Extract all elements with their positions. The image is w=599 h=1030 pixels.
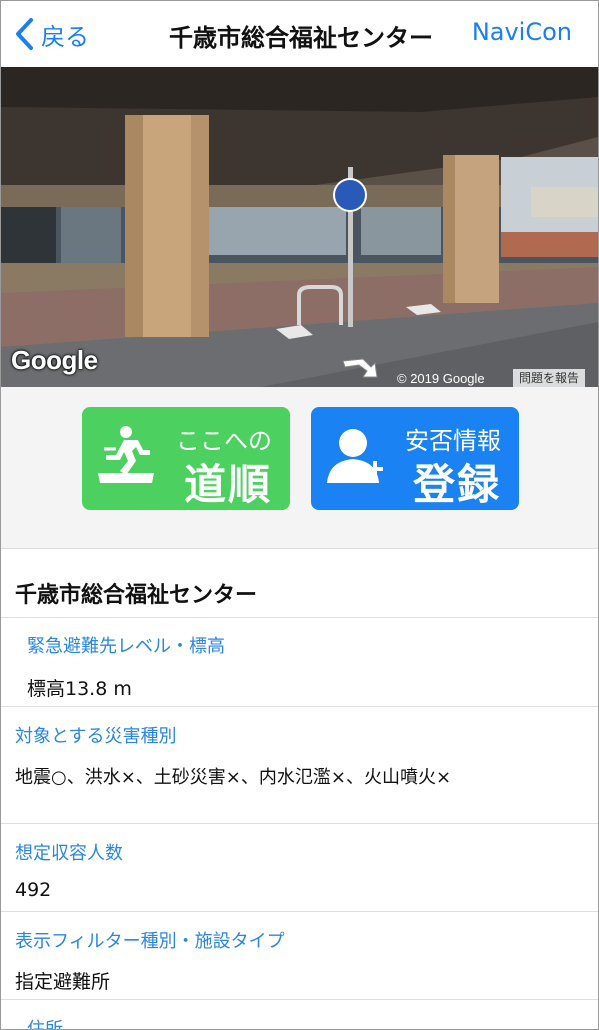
google-logo: Google: [11, 345, 98, 375]
directions-button[interactable]: ここへの 道順: [82, 407, 290, 510]
facility-name: 千歳市総合福祉センター: [1, 549, 598, 618]
detail-row-elevation: 緊急避難先レベル・標高 標高13.8 m: [1, 618, 598, 707]
detail-label: 住所: [27, 1019, 63, 1030]
detail-value: 標高13.8 m: [27, 678, 132, 700]
safety-registration-button[interactable]: 安否情報 登録: [311, 407, 519, 510]
action-button-area: ここへの 道順 安否情報 登録: [1, 387, 598, 549]
app-screen: 戻る 千歳市総合福祉センター NaviCon Google © 2019 Goo…: [0, 0, 599, 1030]
report-problem-link[interactable]: 問題を報告: [513, 369, 586, 387]
detail-value: 地震○、洪水×、土砂災害×、内水氾濫×、火山噴火×: [15, 767, 452, 788]
detail-row-disaster-types: 対象とする災害種別 地震○、洪水×、土砂災害×、内水氾濫×、火山噴火×: [1, 707, 598, 824]
detail-row-address: 住所: [1, 1000, 598, 1030]
street-view-arrow-icon[interactable]: [341, 355, 381, 381]
directions-button-label: 道順: [183, 460, 272, 509]
navicon-button[interactable]: NaviCon: [472, 18, 572, 46]
add-person-icon: [327, 429, 383, 483]
detail-row-facility-type: 表示フィルター種別・施設タイプ 指定避難所: [1, 912, 598, 1000]
detail-value: 指定避難所: [15, 971, 111, 993]
detail-label: 緊急避難先レベル・標高: [27, 636, 225, 657]
back-button[interactable]: 戻る: [13, 15, 89, 53]
street-view-photo: [1, 67, 598, 387]
detail-label: 想定収容人数: [15, 843, 123, 864]
detail-label: 表示フィルター種別・施設タイプ: [15, 931, 285, 952]
chevron-left-icon: [16, 18, 33, 50]
copyright-text: © 2019 Google: [397, 371, 485, 386]
safety-button-label: 登録: [412, 460, 501, 509]
back-label: 戻る: [41, 22, 89, 51]
page-title: 千歳市総合福祉センター: [169, 24, 433, 52]
facility-detail-list: 千歳市総合福祉センター 緊急避難先レベル・標高 標高13.8 m 対象とする災害…: [1, 549, 598, 1030]
detail-label: 対象とする災害種別: [15, 726, 177, 747]
detail-row-capacity: 想定収容人数 492: [1, 824, 598, 912]
street-view-image[interactable]: Google © 2019 Google 問題を報告: [1, 67, 598, 387]
navigation-bar: 戻る 千歳市総合福祉センター NaviCon: [1, 1, 598, 67]
running-exit-icon: [98, 426, 154, 483]
detail-value: 492: [15, 879, 52, 901]
